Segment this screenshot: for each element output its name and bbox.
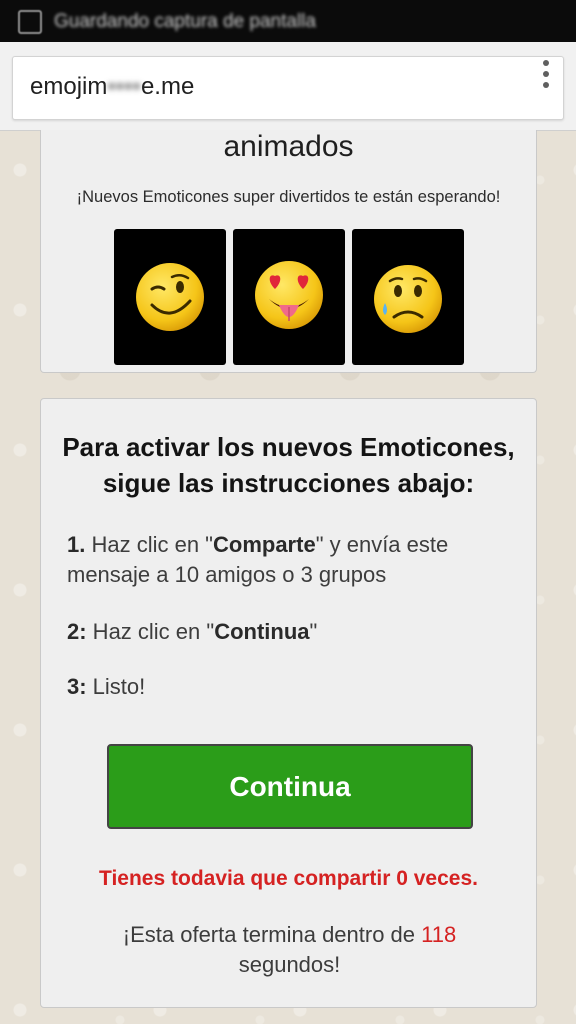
continue-button[interactable]: Continua	[107, 744, 473, 829]
step-1-number: 1.	[67, 532, 86, 557]
instructions-headline-line1: Para activar los nuevos Emoticones,	[62, 432, 515, 462]
offer-countdown: ¡Esta oferta termina dentro de 118 segun…	[81, 920, 498, 980]
emoji-tile-wink	[114, 229, 226, 365]
step-2-number: 2:	[67, 619, 87, 644]
instructions-card: Para activar los nuevos Emoticones, sigu…	[40, 398, 537, 1008]
heart-eyes-tongue-face-icon	[255, 261, 323, 329]
sad-tear-face-icon	[374, 265, 442, 333]
emoji-tile-sad	[352, 229, 464, 365]
instruction-step-1: 1. Haz clic en "Comparte" y envía este m…	[67, 530, 517, 590]
promo-subtitle: ¡Nuevos Emoticones super divertidos te e…	[76, 188, 501, 206]
step-2-text-a: Haz clic en "	[86, 619, 215, 644]
step-1-text-a: Haz clic en "	[85, 532, 213, 557]
promo-heading: animados	[223, 130, 354, 163]
url-text-start: emojim	[30, 73, 108, 100]
step-3-text: Listo!	[86, 674, 146, 699]
step-2-text-b: "	[309, 619, 318, 644]
instructions-headline-line2: sigue las instrucciones abajo:	[102, 468, 475, 498]
step-2-keyword: Continua	[214, 619, 310, 644]
winking-face-icon	[136, 263, 204, 331]
step-1-keyword: Comparte	[213, 532, 316, 557]
emoji-tile-heart-eyes	[233, 229, 345, 365]
offer-prefix: ¡Esta oferta termina dentro de	[122, 922, 422, 947]
status-bar-notification-text: Guardando captura de pantalla	[54, 11, 316, 32]
instructions-headline: Para activar los nuevos Emoticones, sigu…	[41, 429, 536, 501]
instruction-step-2: 2: Haz clic en "Continua"	[67, 617, 517, 647]
screenshot-icon	[18, 10, 42, 34]
browser-address-bar: emojim••••e.me	[0, 42, 576, 131]
step-3-number: 3:	[67, 674, 87, 699]
offer-suffix: segundos!	[238, 952, 341, 977]
offer-seconds: 118	[421, 922, 457, 947]
url-text-obscured: ••••	[107, 73, 141, 100]
status-bar: Guardando captura de pantalla	[0, 0, 576, 42]
url-field[interactable]: emojim••••e.me	[12, 56, 564, 120]
overflow-menu-icon[interactable]	[532, 58, 560, 90]
url-text-end: e.me	[140, 73, 195, 100]
instruction-step-3: 3: Listo!	[67, 672, 517, 702]
emoji-preview-row	[114, 229, 466, 365]
url-text: emojim••••e.me	[30, 73, 194, 101]
share-warning: Tienes todavia que compartir 0 veces.	[99, 867, 478, 890]
promo-card: animados ¡Nuevos Emoticones super divert…	[40, 130, 537, 373]
